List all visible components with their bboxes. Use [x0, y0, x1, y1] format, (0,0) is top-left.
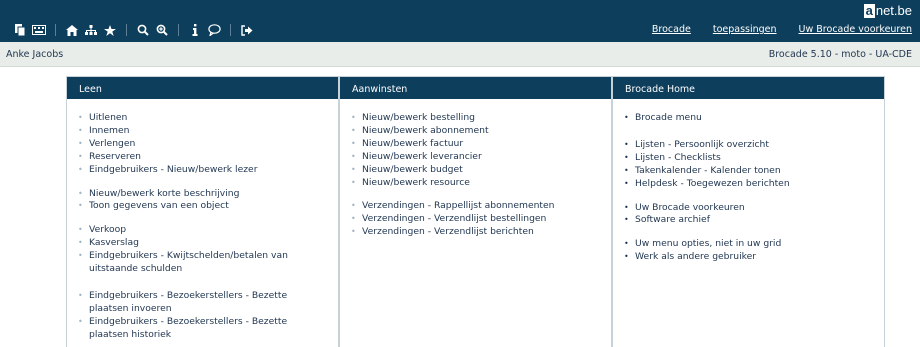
toolbar-separator [126, 24, 127, 36]
menu-item[interactable]: Verlengen [78, 138, 328, 151]
menu-item[interactable]: Helpdesk - Toegewezen berichten [624, 178, 874, 191]
sitemap-icon[interactable] [83, 24, 99, 36]
panel-leen: Leen Uitlenen Innemen Verlengen Reserver… [66, 76, 339, 347]
zoom-in-icon[interactable] [154, 24, 170, 36]
menu-item[interactable]: Eindgebruikers - Bezoekerstellers - Beze… [78, 290, 328, 316]
header-links: Brocade toepassingen Uw Brocade voorkeur… [630, 24, 912, 35]
panel-title: Aanwinsten [340, 77, 611, 99]
menu-item[interactable]: Eindgebruikers - Nieuw/bewerk lezer [78, 164, 328, 177]
logo-box: a [863, 2, 875, 18]
toolbar-separator [178, 24, 179, 36]
menu-item[interactable]: Uitlenen [78, 112, 328, 125]
user-bar: Anke Jacobs Brocade 5.10 - moto - UA-CDE [0, 42, 920, 67]
panel-aanwinsten: Aanwinsten Nieuw/bewerk bestelling Nieuw… [339, 76, 612, 347]
menu-item[interactable]: Verkoop [78, 224, 328, 237]
menu-item[interactable]: Nieuw/bewerk factuur [351, 138, 601, 151]
toolbar-separator [55, 24, 56, 36]
star-icon[interactable] [102, 24, 118, 36]
toepassingen-link[interactable]: toepassingen [713, 24, 777, 35]
menu-item[interactable]: Nieuw/bewerk budget [351, 164, 601, 177]
panel-brocade-home: Brocade Home Brocade menu Lijsten - Pers… [612, 76, 885, 347]
menu-item[interactable]: Uw menu opties, niet in uw grid [624, 238, 874, 251]
search-icon[interactable] [135, 24, 151, 36]
menu-item[interactable]: Nieuw/bewerk leverancier [351, 151, 601, 164]
menu-list: Nieuw/bewerk bestelling Nieuw/bewerk abo… [340, 99, 611, 239]
menu-list: Uitlenen Innemen Verlengen Reserveren Ei… [67, 99, 338, 342]
menu-item[interactable]: Nieuw/bewerk bestelling [351, 112, 601, 125]
keyboard-icon[interactable] [31, 24, 47, 36]
menu-item[interactable]: Verzendingen - Rappellijst abonnementen [351, 200, 601, 213]
preferences-link[interactable]: Uw Brocade voorkeuren [799, 24, 912, 35]
menu-item[interactable]: Brocade menu [624, 112, 874, 125]
chat-bubble-icon[interactable] [206, 24, 222, 36]
copy-icon[interactable] [12, 24, 28, 36]
info-icon[interactable] [187, 24, 203, 36]
top-navigation-bar: a net.be Brocade toepassingen Uw Brocade… [0, 0, 920, 42]
menu-item[interactable]: Lijsten - Checklists [624, 152, 874, 165]
menu-item[interactable]: Toon gegevens van een object [78, 200, 328, 213]
menu-item[interactable]: Verzendingen - Verzendlijst bestellingen [351, 213, 601, 226]
menu-item[interactable]: Nieuw/bewerk resource [351, 177, 601, 190]
menu-item[interactable]: Kasverslag [78, 237, 328, 250]
menu-item[interactable]: Takenkalender - Kalender tonen [624, 165, 874, 178]
menu-item[interactable]: Software archief [624, 214, 874, 227]
menu-item[interactable]: Verzendingen - Verzendlijst berichten [351, 226, 601, 239]
brocade-link[interactable]: Brocade [652, 24, 691, 35]
toolbar-separator [230, 24, 231, 36]
menu-item[interactable]: Reserveren [78, 151, 328, 164]
panel-title: Brocade Home [613, 77, 884, 99]
menu-item[interactable]: Lijsten - Persoonlijk overzicht [624, 139, 874, 152]
menu-item[interactable]: Uw Brocade voorkeuren [624, 202, 874, 215]
logo-text: net.be [875, 3, 912, 18]
user-name: Anke Jacobs [6, 49, 64, 60]
menu-item[interactable]: Innemen [78, 125, 328, 138]
panel-title: Leen [67, 77, 338, 99]
sign-out-icon[interactable] [239, 24, 255, 36]
anet-logo[interactable]: a net.be [863, 2, 912, 18]
menu-list: Brocade menu Lijsten - Persoonlijk overz… [613, 99, 884, 264]
menu-item[interactable]: Eindgebruikers - Bezoekerstellers - Beze… [78, 316, 328, 342]
toolbar-icons [12, 24, 258, 36]
menu-item[interactable]: Nieuw/bewerk korte beschrijving [78, 188, 328, 201]
version-info: Brocade 5.10 - moto - UA-CDE [768, 49, 912, 60]
menu-item[interactable]: Werk als andere gebruiker [624, 251, 874, 264]
home-icon[interactable] [64, 24, 80, 36]
menu-item[interactable]: Eindgebruikers - Kwijtschelden/betalen v… [78, 250, 328, 276]
menu-item[interactable]: Nieuw/bewerk abonnement [351, 125, 601, 138]
